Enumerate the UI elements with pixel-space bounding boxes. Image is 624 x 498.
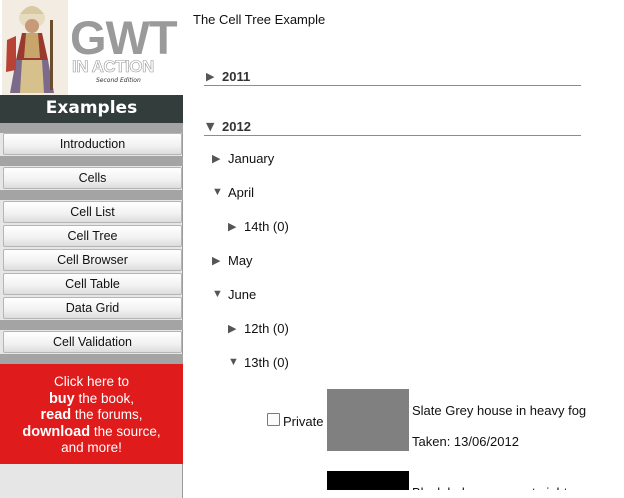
tree-node-label: 2011 bbox=[222, 69, 251, 84]
logo-title: GWT bbox=[70, 11, 178, 64]
book-logo[interactable]: GWT IN ACTION Second Edition bbox=[0, 0, 183, 95]
nav-separator bbox=[0, 354, 183, 364]
expanded-triangle-icon[interactable]: ▼ bbox=[212, 288, 223, 300]
nav-separator bbox=[0, 190, 183, 200]
nav-separator bbox=[0, 320, 183, 330]
tree-node-label: 12th (0) bbox=[244, 321, 289, 336]
tree-node-label: January bbox=[228, 151, 275, 166]
promo-download-rest: the source, bbox=[90, 423, 161, 439]
tree-node-label: April bbox=[228, 185, 255, 200]
promo-line-4: download the source, bbox=[0, 424, 183, 441]
tree-node-label: 2012 bbox=[222, 119, 251, 134]
logo-subtitle: IN ACTION bbox=[72, 57, 155, 76]
promo-download: download bbox=[22, 423, 91, 440]
tree-node-2011[interactable]: ▶ 2011 bbox=[204, 69, 581, 86]
expanded-triangle-icon[interactable]: ▼ bbox=[206, 120, 214, 133]
promo-buy: buy bbox=[48, 390, 75, 407]
tree-node-label: June bbox=[228, 287, 257, 302]
nav-data-grid-button[interactable]: Data Grid bbox=[3, 297, 182, 319]
collapsed-triangle-icon[interactable]: ▶ bbox=[228, 220, 236, 233]
tree-node-label: May bbox=[228, 253, 253, 268]
tree-node-label: 13th (0) bbox=[244, 355, 289, 370]
collapsed-triangle-icon[interactable]: ▶ bbox=[206, 70, 214, 83]
collapsed-triangle-icon[interactable]: ▶ bbox=[228, 322, 236, 335]
photo-caption: Slate Grey house in heavy fog bbox=[412, 403, 587, 418]
page-title: The Cell Tree Example bbox=[193, 12, 326, 27]
promo-read-rest: the forums, bbox=[71, 407, 143, 422]
promo-line-5: and more! bbox=[61, 440, 122, 455]
nav-separator bbox=[0, 156, 183, 166]
nav-cell-table-button[interactable]: Cell Table bbox=[3, 273, 182, 295]
tree-node-label: 14th (0) bbox=[244, 219, 289, 234]
promo-line-1: Click here to bbox=[53, 374, 130, 389]
collapsed-triangle-icon[interactable]: ▶ bbox=[212, 254, 220, 267]
private-checkbox[interactable] bbox=[267, 413, 280, 426]
nav-cell-list-button[interactable]: Cell List bbox=[3, 201, 182, 223]
sidebar: GWT IN ACTION Second Edition Examples In… bbox=[0, 0, 183, 498]
logo-edition: Second Edition bbox=[96, 77, 141, 84]
expanded-triangle-icon[interactable]: ▼ bbox=[212, 186, 223, 198]
promo-buy-rest: the book, bbox=[74, 390, 135, 406]
nav-cells-button[interactable]: Cells bbox=[3, 167, 182, 189]
page: GWT IN ACTION Second Edition Examples In… bbox=[0, 0, 624, 498]
collapsed-triangle-icon[interactable]: ▶ bbox=[212, 152, 220, 165]
promo-read: read bbox=[40, 407, 72, 423]
book-cover-figure-icon bbox=[2, 0, 68, 95]
private-label: Private bbox=[283, 414, 324, 429]
nav-cell-tree-button[interactable]: Cell Tree bbox=[3, 225, 182, 247]
nav-cell-validation-button[interactable]: Cell Validation bbox=[3, 331, 182, 353]
examples-heading: Examples bbox=[0, 95, 183, 123]
tree-node-2012[interactable]: ▼ 2012 bbox=[204, 119, 581, 136]
promo-line-2: buy the book, bbox=[0, 391, 183, 408]
nav-cell-browser-button[interactable]: Cell Browser bbox=[3, 249, 182, 271]
expanded-triangle-icon[interactable]: ▼ bbox=[228, 356, 239, 368]
photo-thumbnail[interactable] bbox=[327, 389, 409, 451]
scroll-clip bbox=[184, 490, 624, 498]
nav-introduction-button[interactable]: Introduction bbox=[3, 133, 182, 155]
photo-taken-date: Taken: 13/06/2012 bbox=[412, 434, 519, 449]
nav-separator bbox=[0, 123, 183, 133]
promo-line-3: read the forums, bbox=[0, 407, 183, 424]
main-content: The Cell Tree Example ▶ 2011 ▼ 2012 ▶ Ja… bbox=[184, 0, 624, 498]
buy-book-promo-link[interactable]: Click here to buy the book, read the for… bbox=[0, 364, 183, 464]
